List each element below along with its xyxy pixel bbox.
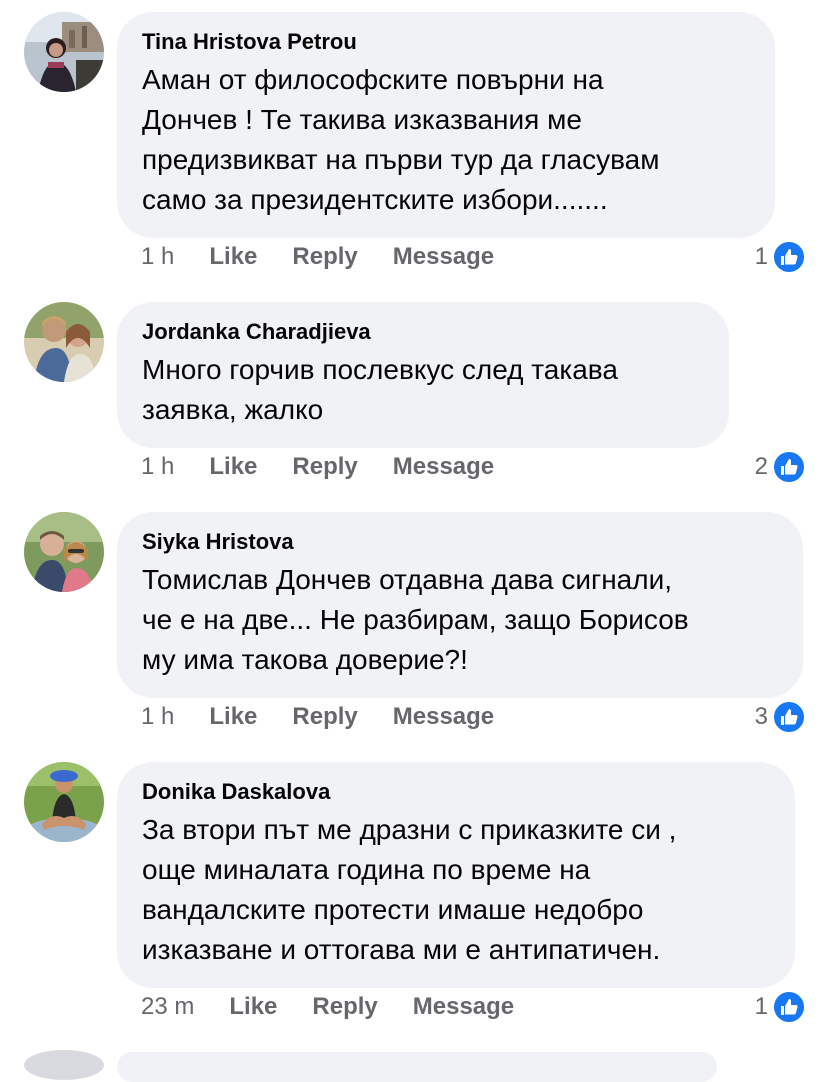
comment-text: Много горчив послевкус след такава заявк… xyxy=(142,354,618,425)
avatar-photo xyxy=(24,762,104,842)
comment-actions: 23 m Like Reply Message xyxy=(141,991,549,1023)
like-button[interactable]: Like xyxy=(209,703,257,731)
reaction-summary[interactable]: 1 xyxy=(755,239,806,275)
comment-timestamp[interactable]: 1 h xyxy=(141,453,174,481)
like-button[interactable]: Like xyxy=(229,993,277,1021)
comment-timestamp[interactable]: 1 h xyxy=(141,243,174,271)
reply-button[interactable]: Reply xyxy=(292,453,357,481)
message-button[interactable]: Message xyxy=(393,453,494,481)
comment-text: За втори път ме дразни с приказките си ,… xyxy=(142,814,677,965)
reaction-count: 1 xyxy=(754,993,768,1020)
like-button[interactable]: Like xyxy=(209,453,257,481)
comment-bubble: Jordanka Charadjieva Много горчив послев… xyxy=(117,302,729,448)
comment-bubble: Tina Hristova Petrou Аман от философскит… xyxy=(117,12,775,238)
reply-button[interactable]: Reply xyxy=(292,243,357,271)
message-button[interactable]: Message xyxy=(393,243,494,271)
reaction-summary[interactable]: 2 xyxy=(755,449,806,485)
avatar-photo xyxy=(24,12,104,92)
comment-bubble xyxy=(117,1052,717,1082)
comment-author[interactable]: Tina Hristova Petrou xyxy=(142,28,749,56)
comment-actions: 1 h Like Reply Message xyxy=(141,701,529,733)
comment-timestamp[interactable]: 23 m xyxy=(141,993,194,1021)
like-icon xyxy=(772,700,806,734)
comment-text: Аман от философските повърни на Дончев !… xyxy=(142,64,660,215)
comment-author[interactable]: Siyka Hristova xyxy=(142,528,777,556)
avatar[interactable] xyxy=(24,12,104,92)
like-button[interactable]: Like xyxy=(209,243,257,271)
like-icon xyxy=(772,450,806,484)
reaction-count: 2 xyxy=(754,453,768,480)
comment-text: Томислав Дончев отдавна дава сигнали, че… xyxy=(142,564,689,675)
comment-actions: 1 h Like Reply Message xyxy=(141,451,529,483)
reaction-summary[interactable]: 3 xyxy=(755,699,806,735)
reaction-count: 1 xyxy=(754,243,768,270)
message-button[interactable]: Message xyxy=(413,993,514,1021)
avatar[interactable] xyxy=(24,1050,104,1080)
comment-bubble: Siyka Hristova Томислав Дончев отдавна д… xyxy=(117,512,803,698)
comment-bubble: Donika Daskalova За втори път ме дразни … xyxy=(117,762,795,988)
like-icon xyxy=(772,990,806,1024)
avatar[interactable] xyxy=(24,762,104,842)
avatar-photo xyxy=(24,512,104,592)
like-icon xyxy=(772,240,806,274)
reaction-summary[interactable]: 1 xyxy=(755,989,806,1025)
reply-button[interactable]: Reply xyxy=(312,993,377,1021)
message-button[interactable]: Message xyxy=(393,703,494,731)
reply-button[interactable]: Reply xyxy=(292,703,357,731)
avatar-photo xyxy=(24,302,104,382)
comment-author[interactable]: Donika Daskalova xyxy=(142,778,769,806)
reaction-count: 3 xyxy=(754,703,768,730)
comment-timestamp[interactable]: 1 h xyxy=(141,703,174,731)
avatar[interactable] xyxy=(24,302,104,382)
comment-author[interactable]: Jordanka Charadjieva xyxy=(142,318,703,346)
avatar[interactable] xyxy=(24,512,104,592)
comment-actions: 1 h Like Reply Message xyxy=(141,241,529,273)
